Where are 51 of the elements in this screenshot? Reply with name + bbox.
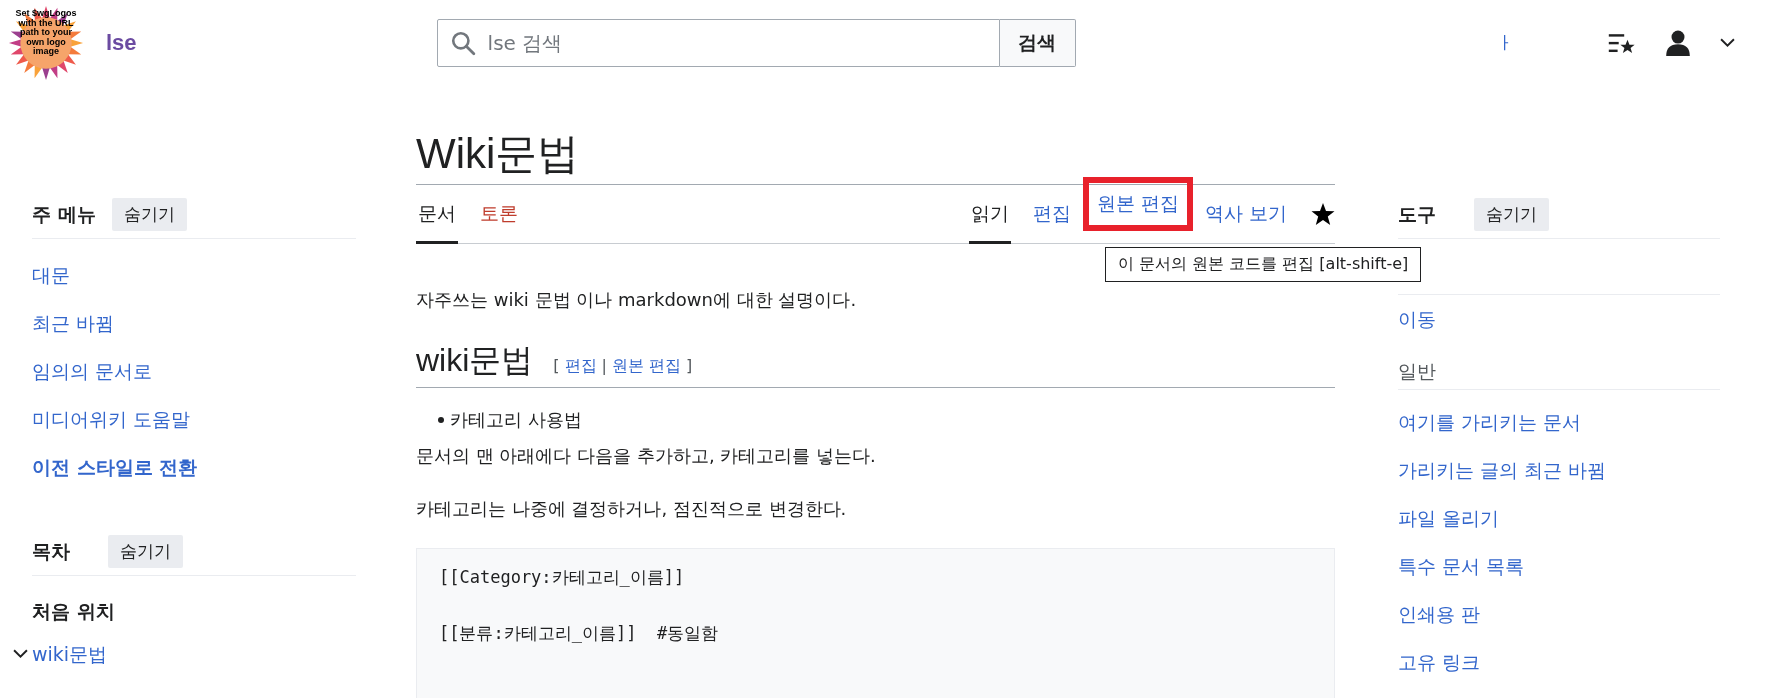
edit-link[interactable]: 편집 bbox=[564, 356, 597, 377]
header-link[interactable]: ㅏ bbox=[1496, 31, 1514, 55]
tooltip: 이 문서의 원본 코드를 편집 [alt-shift-e] bbox=[1104, 247, 1422, 282]
page-tab[interactable]: 읽기 bbox=[968, 201, 1011, 244]
toc-link[interactable]: 처음 위치 bbox=[32, 588, 356, 634]
paragraph: 카테고리는 나중에 결정하거나, 점진적으로 변경한다. bbox=[416, 497, 848, 521]
page-tab[interactable]: 원본 편집 bbox=[1082, 177, 1193, 231]
code-block: [[Category:카테고리_이름]] [[분류:카테고리_이름]] #동일함 bbox=[416, 548, 1335, 698]
paragraph: 문서의 맨 아래에다 다음을 추가하고, 카테고리를 넣는다. bbox=[416, 444, 877, 468]
menu-heading: 주 메뉴 bbox=[32, 201, 96, 227]
search-field[interactable]: lse 검색 bbox=[436, 19, 1000, 67]
menu-link[interactable]: 이전 스타일로 전환 bbox=[32, 443, 356, 491]
tools-link[interactable]: 인쇄용 판 bbox=[1398, 590, 1720, 638]
tools-link[interactable]: 파일 올리기 bbox=[1398, 494, 1720, 542]
tools-subheading: 일반 bbox=[1398, 343, 1720, 390]
tools-link[interactable]: 이동 bbox=[1398, 295, 1720, 343]
toc-heading: 목차 bbox=[32, 538, 71, 564]
toc-link[interactable]: wiki문법 bbox=[32, 634, 108, 674]
tools-link[interactable]: 가리키는 글의 최근 바뀜 bbox=[1398, 446, 1720, 494]
hide-button[interactable]: 숨기기 bbox=[108, 535, 183, 568]
separator: | bbox=[601, 356, 607, 377]
hide-button[interactable]: 숨기기 bbox=[111, 198, 187, 231]
watchlist-icon[interactable] bbox=[1608, 32, 1636, 54]
star-icon[interactable] bbox=[1311, 202, 1335, 226]
search-icon bbox=[449, 30, 476, 56]
user-icon[interactable] bbox=[1666, 30, 1690, 56]
bullet-item: 카테고리 사용법 bbox=[450, 408, 582, 432]
search-button[interactable]: 검색 bbox=[999, 19, 1076, 67]
menu-link[interactable]: 미디어위키 도움말 bbox=[32, 395, 356, 443]
page-tab[interactable]: 문서 bbox=[416, 201, 458, 244]
paragraph: 자주쓰는 wiki 문법 이나 markdown에 대한 설명이다. bbox=[416, 288, 858, 312]
menu-link[interactable]: 최근 바뀜 bbox=[32, 299, 356, 347]
tools-link[interactable]: 특수 문서 목록 bbox=[1398, 542, 1720, 590]
chevron-down-icon[interactable] bbox=[1720, 38, 1735, 48]
chevron-down-icon[interactable] bbox=[13, 649, 28, 659]
bracket: ] bbox=[686, 356, 693, 377]
menu-link[interactable]: 임의의 문서로 bbox=[32, 347, 356, 395]
section-heading: wiki문법 bbox=[416, 341, 534, 380]
tools-link[interactable]: 여기를 가리키는 문서 bbox=[1398, 398, 1720, 446]
tools-heading: 도구 bbox=[1398, 201, 1437, 227]
page-tab[interactable]: 편집 bbox=[1030, 201, 1073, 244]
edit-link[interactable]: 원본 편집 bbox=[611, 356, 682, 377]
page-title: Wiki문법 bbox=[416, 126, 1335, 185]
tools-link[interactable]: 고유 링크 bbox=[1398, 638, 1720, 686]
bullet-icon bbox=[438, 417, 444, 423]
page-tab[interactable]: 역사 보기 bbox=[1202, 201, 1289, 244]
site-name[interactable]: lse bbox=[106, 30, 137, 56]
bracket: [ bbox=[553, 356, 560, 377]
page-tab[interactable]: 토론 bbox=[478, 201, 520, 244]
menu-link[interactable]: 대문 bbox=[32, 251, 356, 299]
hide-button[interactable]: 숨기기 bbox=[1474, 198, 1549, 231]
